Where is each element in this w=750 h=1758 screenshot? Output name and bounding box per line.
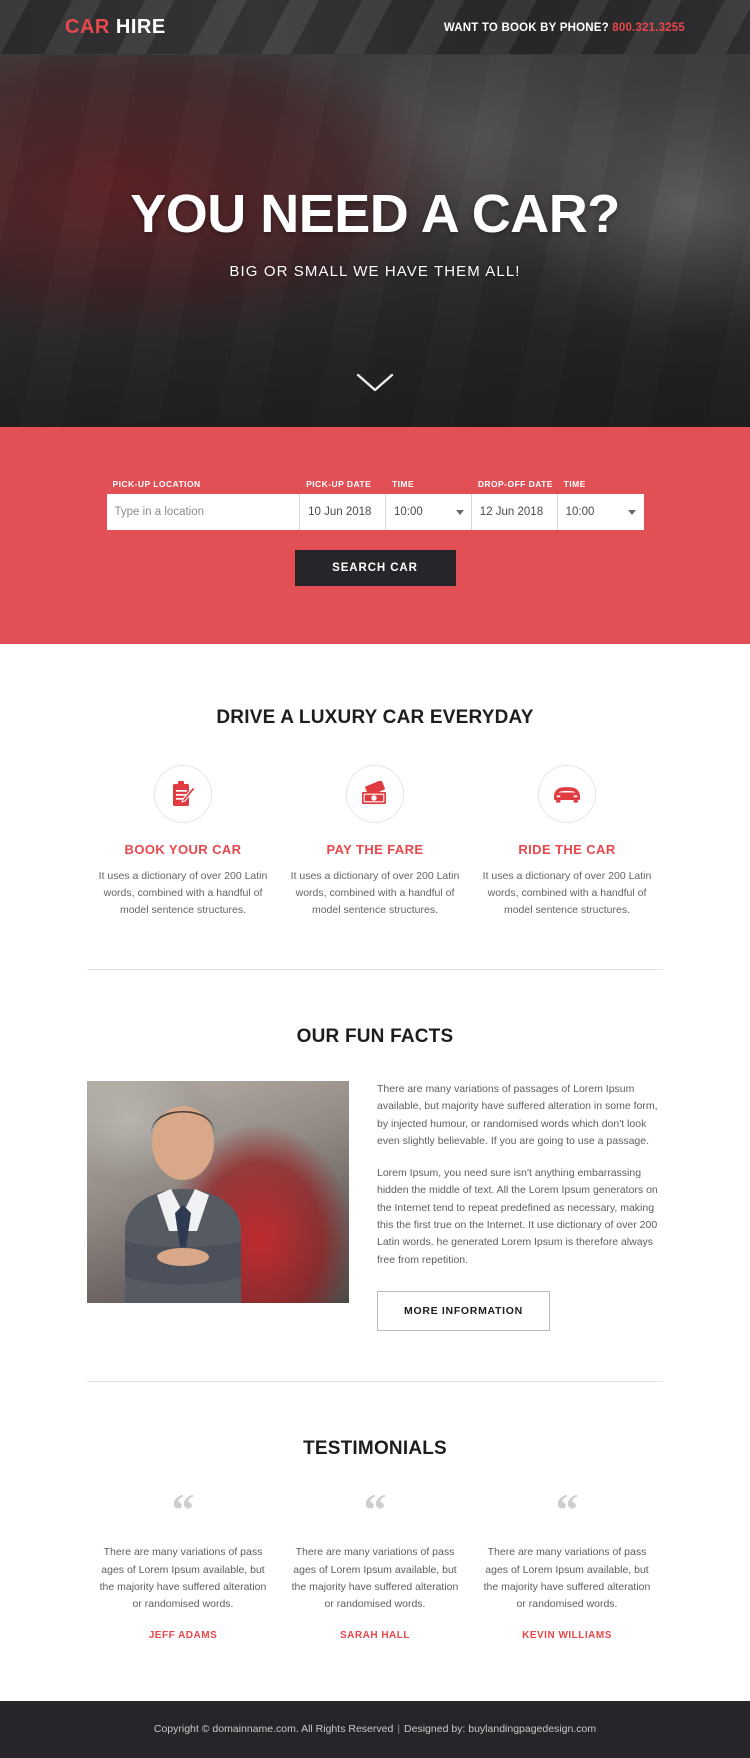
testimonial-item: “ There are many variations of pass ages…: [87, 1484, 279, 1641]
feature-title: PAY THE FARE: [326, 842, 424, 857]
feature-text: It uses a dictionary of over 200 Latin w…: [482, 870, 652, 916]
feature-pay-the-fare: PAY THE FARE It uses a dictionary of ove…: [279, 765, 471, 919]
phone-label: WANT TO BOOK BY PHONE?: [443, 21, 609, 34]
fun-facts-title: OUR FUN FACTS: [296, 1026, 454, 1047]
dropoff-time-value: 10:00: [565, 506, 595, 518]
quote-icon: “: [363, 1484, 387, 1536]
footer-copyright: Copyright © domainname.com. All Rights R…: [153, 1723, 394, 1736]
fun-facts-paragraph-1: There are many variations of passages of…: [377, 1083, 658, 1148]
fun-facts-paragraph-2: Lorem Ipsum, you need sure isn't anythin…: [377, 1166, 658, 1266]
quote-icon: “: [555, 1484, 579, 1536]
hero-section: YOU NEED A CAR? BIG OR SMALL WE HAVE THE…: [0, 55, 750, 427]
label-pickup-time: TIME: [391, 479, 415, 489]
site-logo[interactable]: CAR HIRE: [65, 16, 166, 39]
chevron-down-icon: [628, 510, 637, 515]
label-pickup-date: PICK-UP DATE: [306, 479, 372, 489]
testimonials-section: TESTIMONIALS “ There are many variations…: [87, 1382, 663, 1701]
testimonial-author: KEVIN WILLIAMS: [522, 1629, 612, 1641]
booking-form-row: Type in a location 10 Jun 2018 10:00 12 …: [106, 494, 644, 530]
logo-text-secondary: HIRE: [109, 16, 166, 38]
features-section: DRIVE A LUXURY CAR EVERYDAY BOOK YOUR CA…: [87, 644, 663, 919]
quote-icon: “: [171, 1484, 195, 1536]
chevron-down-icon[interactable]: [355, 371, 395, 395]
testimonial-author: SARAH HALL: [340, 1629, 410, 1641]
dropoff-date-input[interactable]: 12 Jun 2018: [472, 494, 558, 530]
testimonial-text: There are many variations of pass ages o…: [291, 1546, 459, 1611]
fun-facts-section: OUR FUN FACTS There are many variations …: [87, 970, 663, 1332]
businessman-illustration: [125, 1106, 241, 1303]
dropoff-time-select[interactable]: 10:00: [558, 494, 644, 530]
site-header: CAR HIRE WANT TO BOOK BY PHONE? 800.321.…: [0, 0, 750, 55]
footer-separator: |: [397, 1723, 401, 1736]
testimonial-item: “ There are many variations of pass ages…: [471, 1484, 663, 1641]
hero-title: YOU NEED A CAR?: [130, 184, 620, 244]
footer-content: Copyright © domainname.com. All Rights R…: [154, 1723, 596, 1735]
label-pickup-location: PICK-UP LOCATION: [112, 479, 201, 489]
feature-book-your-car: BOOK YOUR CAR It uses a dictionary of ov…: [87, 765, 279, 919]
testimonials-title: TESTIMONIALS: [303, 1438, 447, 1460]
phone-number-link[interactable]: 800.321.3255: [612, 22, 685, 34]
car-icon: [538, 765, 596, 823]
feature-title: BOOK YOUR CAR: [124, 842, 242, 857]
label-dropoff-date: DROP-OFF DATE: [477, 479, 553, 489]
pickup-time-value: 10:00: [393, 506, 423, 518]
label-dropoff-time: TIME: [563, 479, 586, 489]
pickup-location-input[interactable]: Type in a location: [107, 494, 301, 530]
testimonial-author: JEFF ADAMS: [148, 1629, 218, 1641]
site-footer: Copyright © domainname.com. All Rights R…: [0, 1700, 750, 1758]
testimonial-text: There are many variations of pass ages o…: [483, 1546, 651, 1611]
booking-form-section: PICK-UP LOCATION PICK-UP DATE TIME DROP-…: [0, 427, 750, 644]
feature-text: It uses a dictionary of over 200 Latin w…: [98, 870, 268, 916]
more-information-button[interactable]: MORE INFORMATION: [377, 1291, 550, 1332]
landing-page: CAR HIRE WANT TO BOOK BY PHONE? 800.321.…: [0, 0, 750, 1758]
search-car-button[interactable]: SEARCH CAR: [294, 550, 456, 586]
phone-cta: WANT TO BOOK BY PHONE? 800.321.3255: [444, 22, 685, 34]
testimonial-item: “ There are many variations of pass ages…: [279, 1484, 471, 1641]
testimonial-text: There are many variations of pass ages o…: [99, 1546, 267, 1611]
pickup-date-input[interactable]: 10 Jun 2018: [300, 494, 386, 530]
feature-ride-the-car: RIDE THE CAR It uses a dictionary of ove…: [471, 765, 663, 919]
money-cash-icon: [346, 765, 404, 823]
feature-title: RIDE THE CAR: [518, 842, 616, 857]
clipboard-pencil-icon: [154, 765, 212, 823]
fun-facts-image: [87, 1081, 349, 1303]
footer-designed-by[interactable]: Designed by: buylandingpagedesign.com: [404, 1723, 596, 1735]
hero-subtitle: BIG OR SMALL WE HAVE THEM ALL!: [229, 263, 521, 280]
feature-text: It uses a dictionary of over 200 Latin w…: [290, 870, 460, 916]
chevron-down-icon: [455, 510, 464, 515]
features-title: DRIVE A LUXURY CAR EVERYDAY: [216, 707, 534, 728]
pickup-time-select[interactable]: 10:00: [386, 494, 472, 530]
booking-field-labels: PICK-UP LOCATION PICK-UP DATE TIME DROP-…: [107, 479, 644, 489]
logo-text-primary: CAR: [65, 16, 110, 38]
